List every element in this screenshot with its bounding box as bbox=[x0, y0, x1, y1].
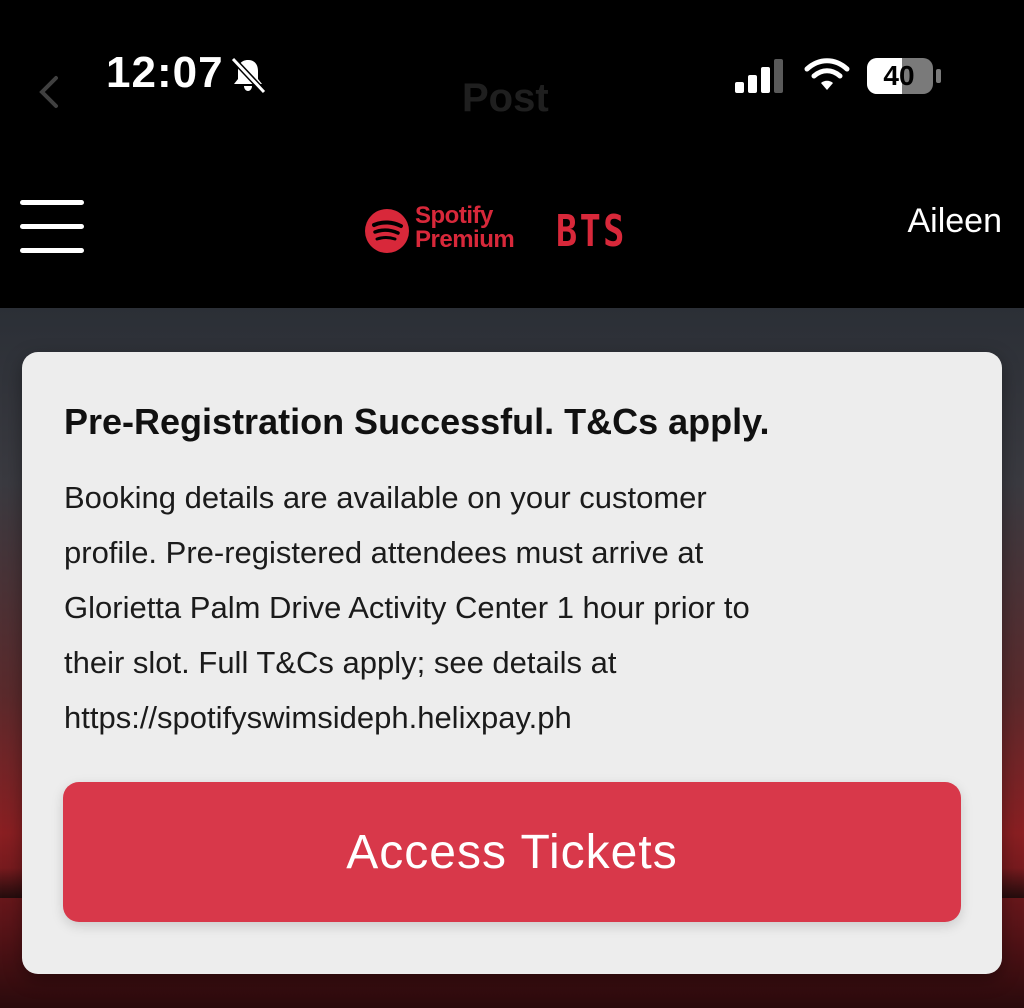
spotify-logo-icon bbox=[365, 209, 409, 253]
hamburger-menu-icon[interactable] bbox=[20, 200, 84, 254]
card-body-line: Glorietta Palm Drive Activity Center 1 h… bbox=[64, 590, 750, 625]
bell-slash-icon bbox=[230, 56, 267, 95]
access-tickets-button[interactable]: Access Tickets bbox=[63, 782, 961, 922]
back-arrow-icon bbox=[39, 76, 58, 108]
brand-line-premium: Premium bbox=[415, 226, 515, 253]
status-time: 12:07 bbox=[106, 48, 224, 97]
brand-spotify-premium: Spotify Premium bbox=[415, 202, 515, 253]
user-name-link[interactable]: Aileen bbox=[907, 202, 1002, 241]
card-title: Pre-Registration Successful. T&Cs apply. bbox=[64, 401, 770, 442]
wifi-icon bbox=[804, 58, 850, 90]
card-body: Booking details are available on your cu… bbox=[64, 470, 964, 745]
brand-artist-bts: BTS bbox=[556, 206, 627, 257]
card-body-line: profile. Pre-registered attendees must a… bbox=[64, 535, 704, 570]
cellular-signal-icon bbox=[735, 59, 783, 93]
background-nav-title: Post bbox=[462, 76, 549, 120]
status-bar: Post 12:07 40 bbox=[0, 0, 1024, 150]
brand-line-spotify: Spotify bbox=[415, 202, 493, 229]
card-body-link: https://spotifyswimsideph.helixpay.ph bbox=[64, 700, 572, 735]
card-body-line: their slot. Full T&Cs apply; see details… bbox=[64, 645, 617, 680]
confirmation-card: Pre-Registration Successful. T&Cs apply.… bbox=[22, 352, 1002, 974]
battery-level: 40 bbox=[883, 60, 915, 91]
app-header: Spotify Premium BTS Aileen bbox=[0, 150, 1024, 308]
app-screen: Post 12:07 40 Spotify Premium BTS Aileen… bbox=[0, 0, 1024, 1008]
card-body-line: Booking details are available on your cu… bbox=[64, 480, 707, 515]
